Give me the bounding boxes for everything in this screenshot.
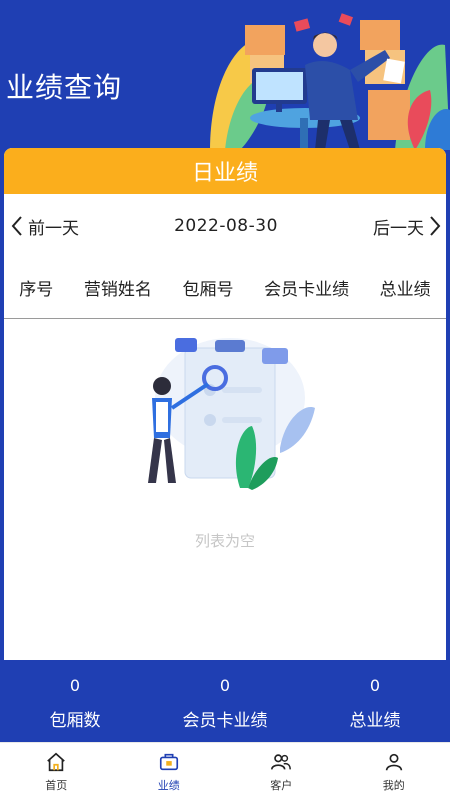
summary-stats: 0 包厢数 0 会员卡业绩 0 总业绩 [0,660,450,742]
column-header-member-card-performance: 会员卡业绩 [264,279,350,300]
chevron-right-icon [430,216,441,236]
stat-value: 0 [69,675,81,695]
previous-day-label: 前一天 [28,218,79,239]
previous-day-button[interactable]: 前一天 [4,214,79,239]
office-worker-illustration [210,13,450,150]
empty-state-text: 列表为空 [194,532,255,550]
stat-label: 会员卡业绩 [182,710,268,731]
chevron-left-icon [11,216,22,236]
next-day-button[interactable]: 后一天 [373,214,446,239]
tab-home[interactable]: 首页 [0,743,113,800]
empty-list-illustration [148,338,315,490]
stat-value: 0 [219,675,231,695]
column-header-total-performance: 总业绩 [379,279,431,300]
daily-performance-card: 日业绩 前一天 2022-08-30 后一天 序号 营销姓名 包厢号 会员卡业绩… [4,148,446,660]
current-date[interactable]: 2022-08-30 [174,216,278,236]
tab-label: 业绩 [157,778,180,792]
tab-label: 首页 [45,778,68,792]
customers-icon [271,753,292,770]
date-navigator: 前一天 2022-08-30 后一天 [4,206,446,246]
column-header-index: 序号 [19,279,54,300]
stat-label: 包厢数 [49,710,101,731]
tab-performance[interactable]: 业绩 [113,743,226,800]
card-title: 日业绩 [4,148,446,194]
profile-icon [385,753,402,770]
stat-total-performance: 0 总业绩 [300,660,450,742]
tab-label: 客户 [270,778,293,792]
stat-member-card-performance: 0 会员卡业绩 [150,660,300,742]
performance-icon [159,753,178,770]
stat-room-count: 0 包厢数 [0,660,150,742]
stat-value: 0 [369,675,381,695]
next-day-label: 后一天 [372,218,424,239]
column-header-room-number: 包厢号 [182,279,234,300]
page-title: 业绩查询 [6,71,123,104]
bottom-tab-bar: 首页 业绩 客户 我的 [0,742,450,800]
tab-label: 我的 [382,778,405,792]
tab-profile[interactable]: 我的 [338,743,450,800]
home-icon [47,752,66,771]
table-header: 序号 营销姓名 包厢号 会员卡业绩 总业绩 [4,268,446,306]
column-header-sales-name: 营销姓名 [83,279,152,300]
header: 业绩查询 [0,0,450,160]
stat-label: 总业绩 [349,710,401,731]
tab-customers[interactable]: 客户 [225,743,338,800]
